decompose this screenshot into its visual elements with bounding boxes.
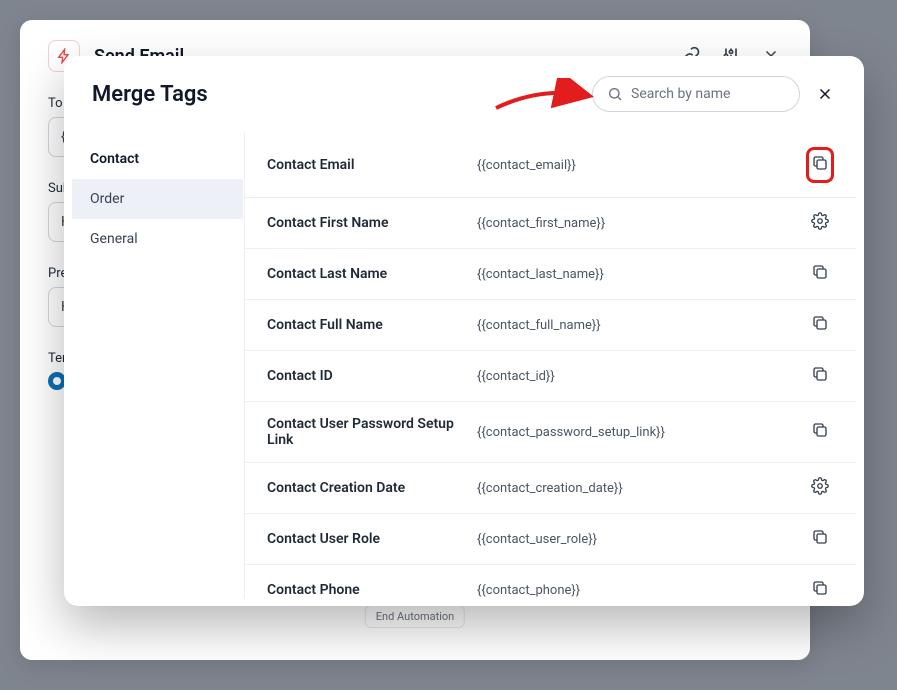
merge-tag-row: Contact Email{{contact_email}} xyxy=(245,133,856,198)
copy-button[interactable] xyxy=(806,579,834,598)
copy-button[interactable] xyxy=(806,263,834,285)
row-tag-value: {{contact_full_name}} xyxy=(477,318,806,333)
merge-tag-list: Contact Email{{contact_email}}Contact Fi… xyxy=(244,133,856,598)
row-label: Contact Email xyxy=(267,157,477,173)
merge-tag-row: Contact User Password Setup Link{{contac… xyxy=(245,402,856,463)
dialog-title: Merge Tags xyxy=(92,82,208,107)
automation-pill[interactable]: End Automation xyxy=(365,605,465,628)
search-icon xyxy=(607,86,623,102)
settings-button[interactable] xyxy=(806,212,834,234)
row-tag-value: {{contact_user_role}} xyxy=(477,532,806,547)
row-label: Contact First Name xyxy=(267,215,477,231)
row-label: Contact User Role xyxy=(267,531,477,547)
copy-icon xyxy=(811,263,829,285)
row-tag-value: {{contact_creation_date}} xyxy=(477,481,806,496)
search-input[interactable]: Search by name xyxy=(592,76,800,112)
row-tag-value: {{contact_first_name}} xyxy=(477,216,806,231)
merge-tag-row: Contact User Role{{contact_user_role}} xyxy=(245,514,856,565)
merge-tag-row: Contact Creation Date{{contact_creation_… xyxy=(245,463,856,514)
row-label: Contact ID xyxy=(267,368,477,384)
tab-order[interactable]: Order xyxy=(72,179,243,219)
gear-icon xyxy=(811,477,829,499)
copy-icon xyxy=(811,314,829,336)
merge-tag-row: Contact First Name{{contact_first_name}} xyxy=(245,198,856,249)
copy-button[interactable] xyxy=(806,365,834,387)
row-label: Contact Last Name xyxy=(267,266,477,282)
row-label: Contact Creation Date xyxy=(267,480,477,496)
merge-tag-row: Contact Last Name{{contact_last_name}} xyxy=(245,249,856,300)
category-sidebar: ContactOrderGeneral xyxy=(72,133,244,598)
dialog-header: Merge Tags Search by name xyxy=(64,56,864,132)
merge-tags-dialog: Merge Tags Search by name ContactOrderGe… xyxy=(64,56,864,606)
settings-button[interactable] xyxy=(806,477,834,499)
copy-icon xyxy=(811,154,829,176)
copy-button[interactable] xyxy=(806,314,834,336)
copy-icon xyxy=(811,579,829,598)
row-tag-value: {{contact_email}} xyxy=(477,158,806,173)
copy-icon xyxy=(811,528,829,550)
row-tag-value: {{contact_last_name}} xyxy=(477,267,806,282)
row-label: Contact Phone xyxy=(267,582,477,598)
copy-button[interactable] xyxy=(806,421,834,443)
copy-icon xyxy=(811,365,829,387)
tab-general[interactable]: General xyxy=(72,219,243,259)
merge-tag-row: Contact Full Name{{contact_full_name}} xyxy=(245,300,856,351)
copy-icon xyxy=(811,421,829,443)
tab-contact[interactable]: Contact xyxy=(72,139,243,179)
row-label: Contact Full Name xyxy=(267,317,477,333)
row-tag-value: {{contact_password_setup_link}} xyxy=(477,425,806,440)
row-tag-value: {{contact_id}} xyxy=(477,369,806,384)
dialog-close-button[interactable] xyxy=(814,83,836,105)
row-label: Contact User Password Setup Link xyxy=(267,416,477,448)
gear-icon xyxy=(811,212,829,234)
merge-tag-row: Contact Phone{{contact_phone}} xyxy=(245,565,856,598)
copy-button[interactable] xyxy=(806,528,834,550)
search-placeholder: Search by name xyxy=(631,86,730,102)
row-tag-value: {{contact_phone}} xyxy=(477,583,806,598)
merge-tag-row: Contact ID{{contact_id}} xyxy=(245,351,856,402)
copy-button[interactable] xyxy=(806,147,834,183)
